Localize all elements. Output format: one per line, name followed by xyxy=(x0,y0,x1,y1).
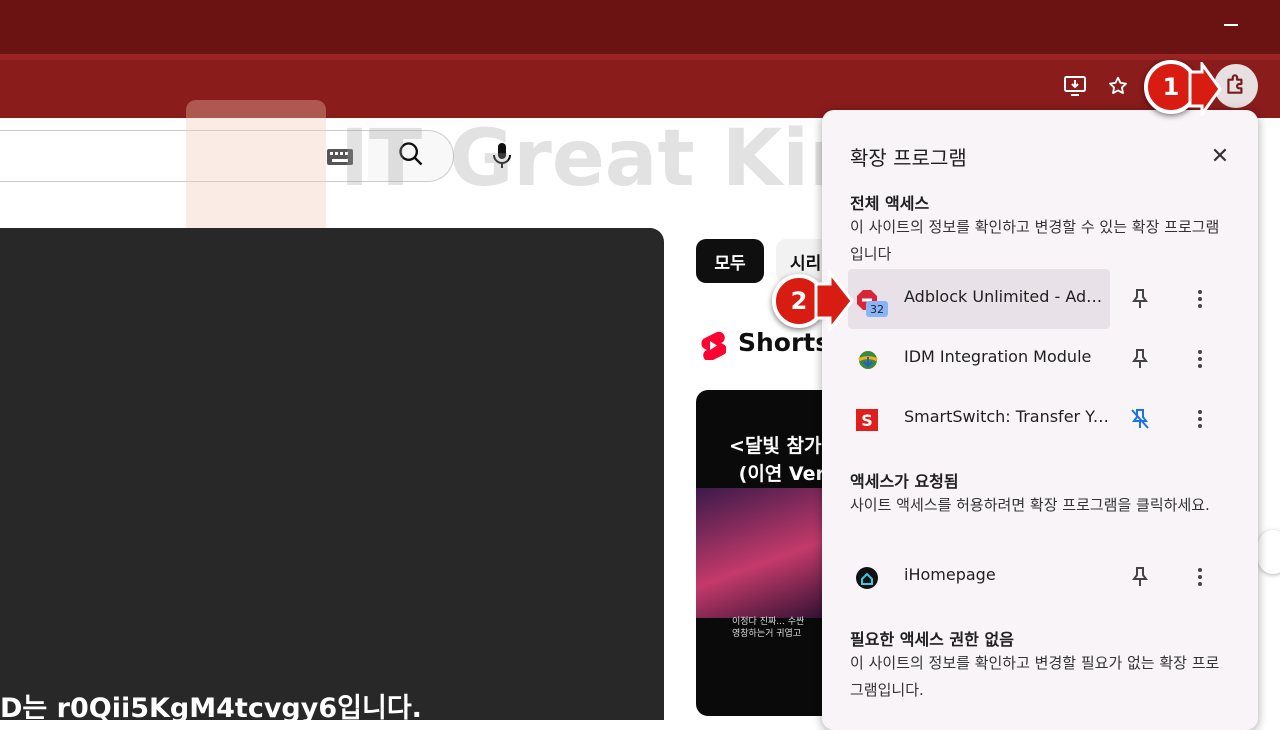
minimize-button[interactable] xyxy=(1224,24,1238,26)
extension-name: SmartSwitch: Transfer You... xyxy=(904,407,1110,426)
section-heading-no-access: 필요한 액세스 권한 없음 xyxy=(850,630,1014,649)
short-thumbnail xyxy=(696,488,836,618)
bookmark-star-icon[interactable] xyxy=(1104,72,1132,100)
ihomepage-icon xyxy=(856,567,878,589)
video-caption-text: D는 r0Qii5KgM4tcvgy6입니다. xyxy=(0,693,422,724)
smartswitch-icon: S xyxy=(856,409,878,431)
extensions-popup: 확장 프로그램 ✕ 전체 액세스 이 사이트의 정보를 확인하고 변경할 수 있… xyxy=(822,110,1258,730)
svg-text:S: S xyxy=(861,411,873,430)
more-options-icon[interactable] xyxy=(1188,287,1212,311)
shorts-logo-icon xyxy=(700,330,727,362)
marker-arrow-2 xyxy=(814,270,854,332)
marker-arrow-1 xyxy=(1188,62,1222,116)
section-desc-requested: 사이트 액세스를 허용하려면 확장 프로그램을 클릭하세요. xyxy=(850,496,1210,514)
pin-icon[interactable] xyxy=(1128,565,1152,589)
watermark-avatar xyxy=(186,100,326,236)
adblock-badge: 32 xyxy=(866,301,888,317)
extension-item-adblock[interactable]: 32 Adblock Unlimited - Adbl... xyxy=(848,269,1110,329)
extensions-puzzle-icon xyxy=(1223,71,1249,101)
extension-name: Adblock Unlimited - Adbl... xyxy=(904,287,1110,306)
shorts-title: Shorts xyxy=(738,328,831,357)
browser-titlebar xyxy=(0,0,1280,54)
extension-name: IDM Integration Module xyxy=(904,347,1092,366)
pinned-icon[interactable] xyxy=(1128,407,1152,431)
extension-name: iHomepage xyxy=(904,565,996,584)
more-options-icon[interactable] xyxy=(1188,565,1212,589)
popup-title: 확장 프로그램 xyxy=(850,146,967,170)
section-heading-full-access: 전체 액세스 xyxy=(850,194,930,213)
install-app-icon[interactable] xyxy=(1061,72,1089,100)
extension-item-ihomepage[interactable]: iHomepage xyxy=(848,547,1110,607)
close-button[interactable]: ✕ xyxy=(1204,140,1236,172)
pin-icon[interactable] xyxy=(1128,287,1152,311)
section-heading-requested: 액세스가 요청됨 xyxy=(850,472,959,491)
section-desc-no-access: 이 사이트의 정보를 확인하고 변경할 필요가 없는 확장 프로그램입니다. xyxy=(850,654,1220,699)
pin-icon[interactable] xyxy=(1128,347,1152,371)
short-card-title: <달빛 참가에 (이연 Ver. xyxy=(729,435,836,485)
chip-all[interactable]: 모두 xyxy=(696,239,764,283)
next-arrow-button[interactable] xyxy=(1258,530,1280,574)
close-icon: ✕ xyxy=(1210,143,1230,169)
short-video-card[interactable]: <달빛 참가에 (이연 Ver. 이정다 진짜... 수싼 영창하는거 귀엽고 xyxy=(696,390,836,716)
short-card-caption: 이정다 진짜... 수싼 영창하는거 귀엽고 xyxy=(732,617,805,639)
video-player[interactable] xyxy=(0,228,664,720)
extension-item-smartswitch[interactable]: S SmartSwitch: Transfer You... xyxy=(848,389,1110,449)
extension-item-idm[interactable]: IDM Integration Module xyxy=(848,329,1110,389)
section-desc-full-access: 이 사이트의 정보를 확인하고 변경할 수 있는 확장 프로그램입니다 xyxy=(850,218,1220,263)
more-options-icon[interactable] xyxy=(1188,407,1212,431)
more-options-icon[interactable] xyxy=(1188,347,1212,371)
idm-icon xyxy=(856,349,878,371)
